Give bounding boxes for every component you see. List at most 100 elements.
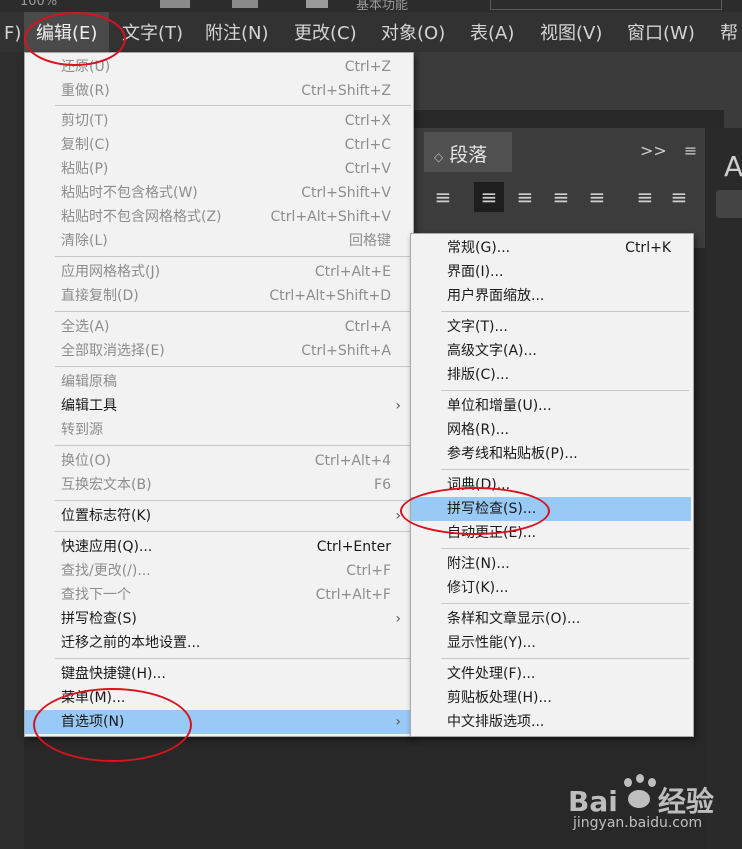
menu-type[interactable]: 文字(T) [114,12,191,52]
menu-separator [441,390,689,391]
menu-item[interactable]: 转到源 [25,418,411,442]
tools-panel [0,52,24,849]
submenu-item[interactable]: 文件处理(F)... [411,662,691,686]
menu-item-shortcut: Ctrl+Enter [316,539,391,555]
menu-item[interactable]: 拼写检查(S) › [25,607,411,631]
edit-menu: 还原(U) Ctrl+Z 重做(R) Ctrl+Shift+Z 剪切(T) Ctrl+X 复… [24,52,414,737]
align-towards-spine-icon[interactable]: ≡ [630,182,660,212]
justify-all-icon[interactable]: ≡ [582,182,612,212]
justify-right-icon[interactable]: ≡ [546,182,576,212]
submenu-item[interactable]: 常规(G)... Ctrl+K [411,236,691,260]
menu-item[interactable]: 重做(R) Ctrl+Shift+Z [25,79,411,103]
menu-changes[interactable]: 更改(C) [286,12,365,52]
menu-notes[interactable]: 附注(N) [197,12,277,52]
menu-item[interactable]: 应用网格格式(J) Ctrl+Alt+E [25,260,411,284]
submenu-item[interactable]: 网格(R)... [411,418,691,442]
menu-item[interactable]: 查找/更改(/)... Ctrl+F [25,559,411,583]
chevron-right-icon: › [395,398,401,414]
submenu-item-label: 用户界面缩放... [447,288,545,304]
submenu-item-label: 修订(K)... [447,580,509,596]
paw-logo-icon [636,774,644,783]
character-panel-edge [706,128,742,849]
align-right-icon[interactable]: ≡ [428,182,458,212]
zoom-readout: 100% [20,0,58,9]
menu-item[interactable]: 互换宏文本(B) F6 [25,473,411,497]
menu-item-label: 复制(C) [61,137,110,153]
menu-item[interactable]: 查找下一个 Ctrl+Alt+F [25,583,411,607]
submenu-item-label: 中文排版选项... [447,714,545,730]
submenu-item[interactable]: 条样和文章显示(O)... [411,607,691,631]
menu-item-label: 重做(R) [61,83,110,99]
menu-item[interactable]: 键盘快捷键(H)... [25,662,411,686]
menu-item-shortcut: Ctrl+V [344,161,391,177]
submenu-item[interactable]: 修订(K)... [411,576,691,600]
panel-expand-icon[interactable]: >> [640,141,667,160]
menu-item[interactable]: 迁移之前的本地设置... [25,631,411,655]
menu-item[interactable]: 全选(A) Ctrl+A [25,315,411,339]
menu-item[interactable]: 粘贴时不包含网格格式(Z) Ctrl+Alt+Shift+V [25,205,411,229]
menu-item-label: 转到源 [61,422,103,438]
paw-logo-icon [624,778,632,787]
justify-left-icon[interactable]: ≡ [474,182,504,212]
menu-item[interactable]: 粘贴(P) Ctrl+V [25,157,411,181]
menu-item[interactable]: 直接复制(D) Ctrl+Alt+Shift+D [25,284,411,308]
paw-logo-icon [628,790,650,808]
search-field[interactable] [490,0,722,10]
menu-item[interactable]: 编辑原稿 [25,370,411,394]
menu-item[interactable]: 复制(C) Ctrl+C [25,133,411,157]
menu-item-label: 粘贴时不包含格式(W) [61,185,198,201]
menu-view[interactable]: 视图(V) [532,12,610,52]
menu-item[interactable]: 位置标志符(K) › [25,504,411,528]
menu-separator [55,500,411,501]
submenu-item[interactable]: 单位和增量(U)... [411,394,691,418]
menu-item-label: 快速应用(Q)... [61,539,153,555]
menu-item[interactable]: 编辑工具 › [25,394,411,418]
character-panel-letter: A [724,150,742,183]
submenu-item[interactable]: 中文排版选项... [411,710,691,734]
menu-item-shortcut: Ctrl+Shift+A [301,343,391,359]
menu-item[interactable]: 清除(L) 回格键 [25,229,411,253]
menu-item-shortcut: Ctrl+Shift+V [301,185,391,201]
submenu-item[interactable]: 排版(C)... [411,363,691,387]
top-toolbar-strip: 100% 基本功能 [0,0,742,12]
menu-item-shortcut: Ctrl+A [344,319,391,335]
submenu-item[interactable]: 附注(N)... [411,552,691,576]
submenu-item[interactable]: 用户界面缩放... [411,284,691,308]
align-away-from-spine-icon[interactable]: ≡ [664,182,694,212]
menu-separator [441,603,689,604]
menu-separator [55,366,411,367]
menu-item[interactable]: 全部取消选择(E) Ctrl+Shift+A [25,339,411,363]
menu-item[interactable]: 粘贴时不包含格式(W) Ctrl+Shift+V [25,181,411,205]
menu-separator [55,531,411,532]
chevron-right-icon: › [395,611,401,627]
toolbar-icon[interactable] [160,0,190,8]
workspace-switcher[interactable]: 基本功能 [356,0,408,12]
panel-menu-icon[interactable]: ≡ [684,141,697,160]
submenu-item[interactable]: 显示性能(Y)... [411,631,691,655]
menu-item[interactable]: 快速应用(Q)... Ctrl+Enter [25,535,411,559]
submenu-item[interactable]: 剪贴板处理(H)... [411,686,691,710]
menu-help[interactable]: 帮 [712,12,742,52]
toolbar-icon[interactable] [232,0,258,8]
submenu-item-shortcut: Ctrl+K [625,240,671,256]
submenu-item-label: 排版(C)... [447,367,510,383]
baidu-watermark-url: jingyan.baidu.com [573,815,703,831]
menu-object[interactable]: 对象(O) [373,12,453,52]
submenu-item-label: 附注(N)... [447,556,510,572]
menu-table[interactable]: 表(A) [462,12,522,52]
submenu-item[interactable]: 参考线和粘贴板(P)... [411,442,691,466]
submenu-item[interactable]: 界面(I)... [411,260,691,284]
tab-grip-icon: ◇ [434,150,444,164]
menu-separator [55,658,411,659]
menu-window[interactable]: 窗口(W) [619,12,703,52]
toolbar-icon[interactable] [306,0,328,8]
menu-item[interactable]: 剪切(T) Ctrl+X [25,109,411,133]
menu-separator [441,658,689,659]
character-panel-control[interactable] [716,190,742,218]
menu-item[interactable]: 换位(O) Ctrl+Alt+4 [25,449,411,473]
submenu-item-label: 显示性能(Y)... [447,635,536,651]
submenu-item[interactable]: 高级文字(A)... [411,339,691,363]
justify-center-icon[interactable]: ≡ [510,182,540,212]
submenu-item[interactable]: 文字(T)... [411,315,691,339]
menu-file[interactable]: F) [0,12,25,52]
